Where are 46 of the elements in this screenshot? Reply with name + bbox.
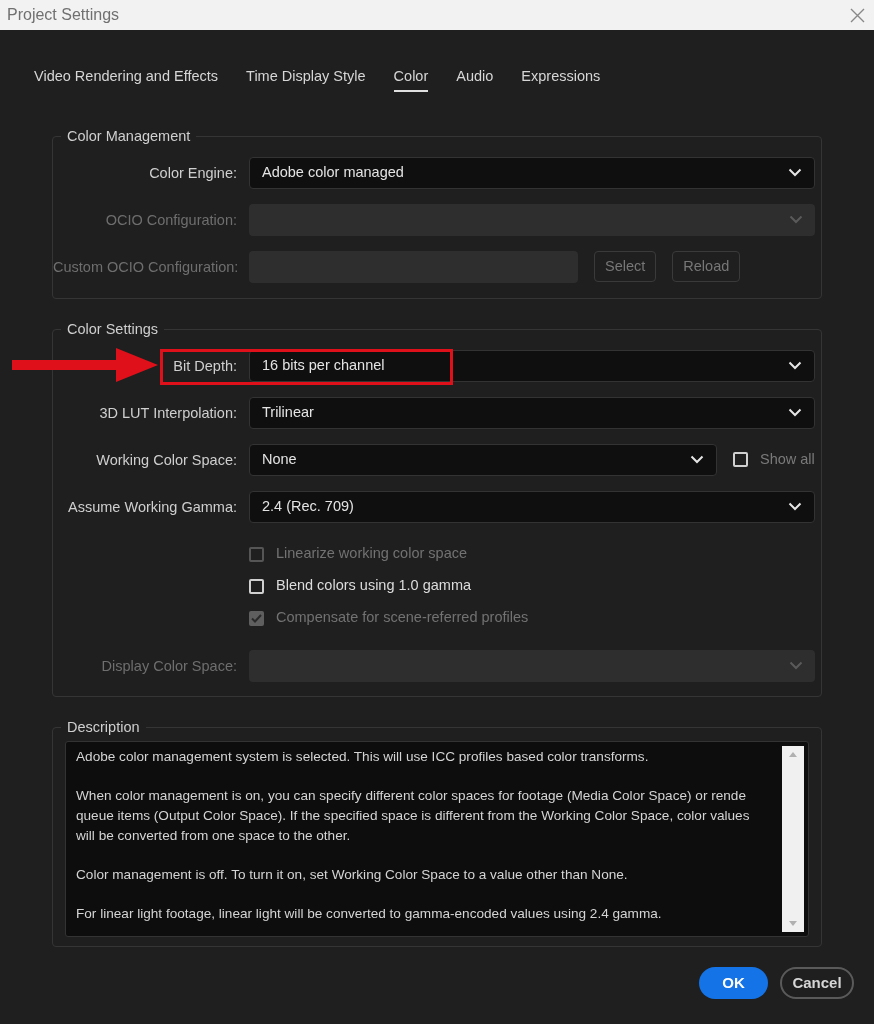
chevron-down-icon [690, 455, 704, 464]
checkbox-label: Blend colors using 1.0 gamma [276, 576, 472, 596]
dropdown[interactable]: 16 bits per channel [249, 349, 815, 382]
dropdown[interactable]: Adobe color managed [249, 156, 815, 189]
window-title: Project Settings [7, 5, 120, 25]
description-text: Color management is off. To turn it on, set Working Color Space to a value other than None. [76, 866, 629, 884]
field-label: Custom OCIO Configuration: [53, 258, 239, 275]
scrollbar[interactable] [782, 746, 804, 932]
scroll-up-icon[interactable] [789, 752, 797, 757]
description-text: When color management is on, you can specify different color spaces for footage (Media Color Space) or rende [76, 787, 747, 805]
tab[interactable]: Time Display Style [246, 64, 366, 92]
chevron-down-icon [788, 502, 802, 511]
checkbox-label: Show all [760, 449, 815, 469]
tab[interactable]: Color [393, 64, 429, 92]
dropdown[interactable]: Trilinear [249, 396, 815, 429]
description-text: will be converted from one space to the other. [76, 827, 352, 845]
tab[interactable]: Video Rendering and Effects [34, 64, 219, 92]
field-label: Display Color Space: [101, 657, 237, 674]
checkbox-label: Compensate for scene-referred profiles [276, 608, 529, 628]
dropdown[interactable]: 2.4 (Rec. 709) [249, 490, 815, 523]
field-label: Color Engine: [149, 164, 237, 181]
description-text: Adobe color management system is selected. This will use ICC profiles based color transforms. [76, 748, 650, 766]
close-icon[interactable] [850, 7, 865, 23]
chevron-down-icon [788, 408, 802, 417]
description-text: queue items (Output Color Space). If the specified space is different from the Working Color Space, color values [76, 807, 751, 825]
chevron-down-icon [788, 361, 802, 370]
dialog-button[interactable]: OK [699, 967, 768, 999]
dropdown[interactable]: None [249, 443, 717, 476]
chevron-down-icon [788, 168, 802, 177]
field-label: Working Color Space: [96, 451, 237, 468]
field-label: Assume Working Gamma: [68, 498, 237, 515]
field-label: 3D LUT Interpolation: [99, 404, 237, 421]
group-title: Color Settings [67, 321, 159, 337]
arrow-icon [12, 348, 158, 382]
checkbox-label: Linearize working color space [276, 544, 467, 564]
tab[interactable]: Expressions [521, 64, 601, 92]
description-text: For linear light footage, linear light will be converted to gamma-encoded values using 2.4 gamma. [76, 905, 663, 923]
scroll-down-icon[interactable] [789, 921, 797, 926]
dialog-button[interactable]: Cancel [780, 967, 854, 999]
chevron-down-icon [789, 215, 803, 224]
field-label: OCIO Configuration: [105, 211, 237, 228]
group-title: Description [67, 719, 140, 735]
group-title: Color Management [67, 128, 191, 144]
tab[interactable]: Audio [456, 64, 494, 92]
field-label: Bit Depth: [173, 357, 237, 374]
chevron-down-icon [789, 661, 803, 670]
